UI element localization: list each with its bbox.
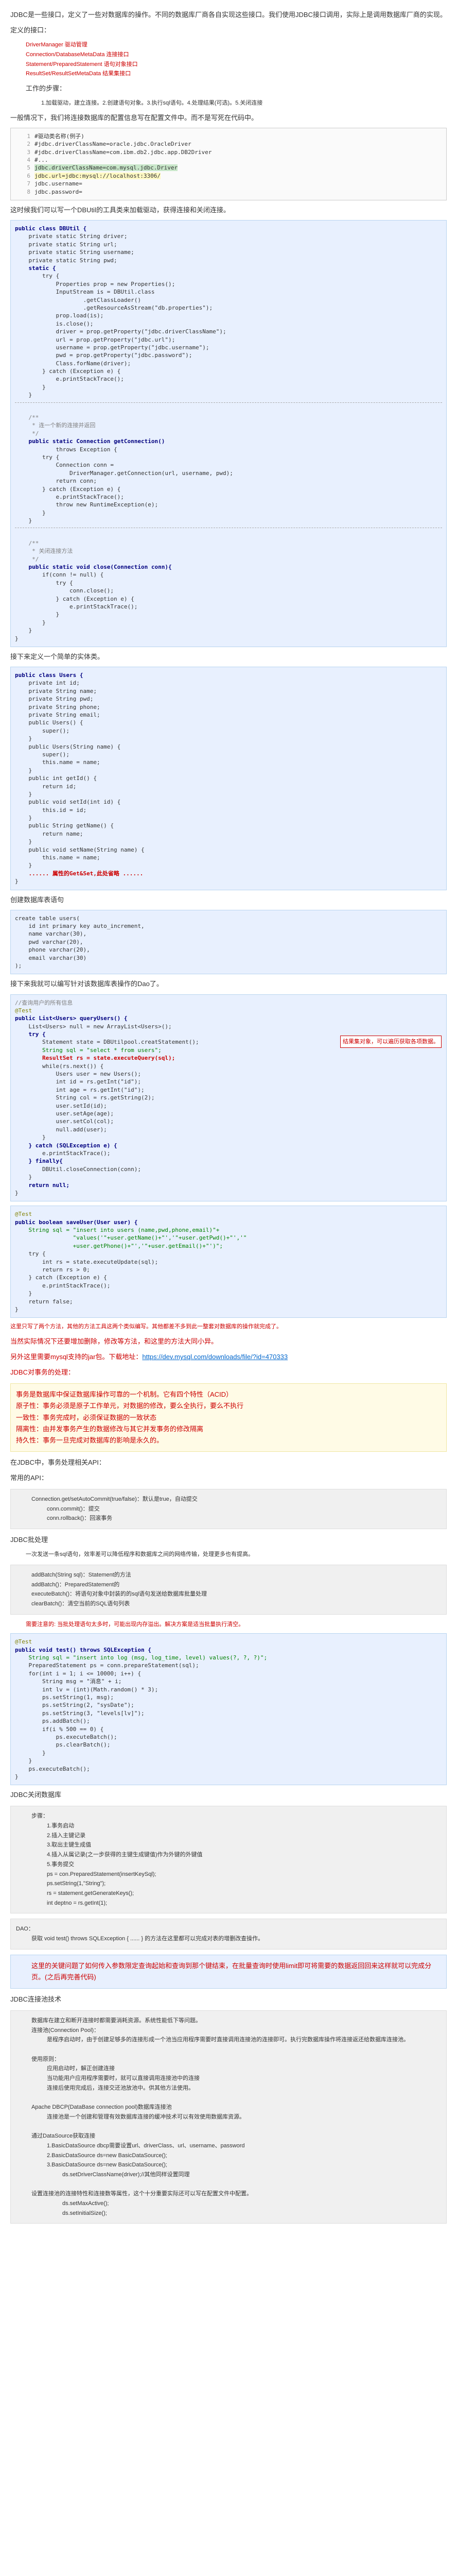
batch-code: @Test public void test() throws SQLExcep… — [10, 1633, 447, 1785]
intro-p1: JDBC是一些接口，定义了一些对数据库的操作。不同的数据库厂商各自实现这些接口。… — [10, 9, 447, 21]
tx-title: JDBC对事务的处理： — [10, 1367, 447, 1378]
batch-warning: 需要注意的: 当批处理语句太多时，可能出现内存溢出。解决方案是适当批量执行清空。 — [10, 1620, 447, 1630]
def-title: 定义的接口： — [10, 25, 447, 36]
resultset-note: 结果集对象，可以遍历获取各项数据。 — [340, 1036, 442, 1048]
batch-title: JDBC批处理 — [10, 1534, 447, 1546]
insert-dao-code: @Test public boolean saveUser(User user)… — [10, 1206, 447, 1318]
mid-p2: 当然实际情况下还要增加删除，修改等方法，和这里的方法大同小异。 — [10, 1336, 447, 1347]
config-code: 1#驱动类名称(例子) 2#jdbc.driverClassName=oracl… — [10, 128, 447, 200]
batch-api-block: addBatch(String sql)：Statement的方法 addBat… — [10, 1565, 447, 1615]
dbutil-intro: 这时候我们可以写一个DBUtil的工具类来加载驱动，获得连接和关闭连接。 — [10, 205, 447, 216]
close-title: JDBC关闭数据库 — [10, 1789, 447, 1801]
dbutil-code: public class DBUtil { private static Str… — [10, 220, 447, 647]
def-i3: Statement/PreparedStatement 语句对象接口 — [26, 60, 447, 70]
dao-intro: 接下来我就可以编写针对该数据库表操作的Dao了。 — [10, 978, 447, 990]
pagination-block: 这里的关键问题了如何传入参数限定查询起始和查询到那个键结束，在批量查询时使用li… — [10, 1955, 447, 1989]
tx-api-intro: 在JDBC中，事务处理相关API： — [10, 1457, 447, 1468]
batch-p1: 一次发送一条sql语句，效率差可以降低程序和数据库之间的网络传输，处理更多也有提… — [10, 1550, 447, 1560]
query-dao-code: //查询用户的所有信息 @Test public List<Users> que… — [10, 994, 447, 1202]
def-i1: DriverManager 驱动管理 — [26, 40, 447, 50]
table-intro: 创建数据库表语句 — [10, 894, 447, 906]
tx-block: 事务是数据库中保证数据库操作可靠的一个机制。它有四个特性（ACID） 原子性：事… — [10, 1383, 447, 1451]
create-table-sql: create table users( id int primary key a… — [10, 910, 447, 975]
pool-block: 数据库在建立和断开连接时都需要消耗资源。系统性能低下等问题。 连接池(Conne… — [10, 2010, 447, 2224]
def-i4: ResultSet/ResultSetMetaData 结果集接口 — [26, 69, 447, 79]
mid-p3a: 另外这里需要mysql支持的jar包。下载地址： — [10, 1353, 142, 1361]
mid-p1: 这里只写了两个方法，其他的方法工具这两个类似编写。其他都差不多到此一整套对数据库… — [10, 1322, 447, 1332]
steps: 1.加载驱动，建立连接。2.创建语句对象。3.执行sql语句。4.处理结果(可选… — [10, 98, 447, 108]
close-block: 步骤： 1.事务启动 2.插入主键记录 3.取出主键生成值 4.插入从属记录(之… — [10, 1806, 447, 1913]
steps-title: 工作的步骤： — [10, 83, 447, 94]
user-entity-code: public class Users { private int id; pri… — [10, 667, 447, 890]
entity-intro: 接下来定义一个简单的实体类。 — [10, 651, 447, 663]
dao-block: DAO： 获取 void test() throws SQLException … — [10, 1919, 447, 1949]
intro-p2: 一般情况下，我们将连接数据库的配置信息写在配置文件中。而不是写死在代码中。 — [10, 112, 447, 124]
pool-title: JDBC连接池技术 — [10, 1994, 447, 2005]
tx-api-block: Connection.get/setAutoCommit(true/false)… — [10, 1489, 447, 1529]
mysql-download-link[interactable]: https://dev.mysql.com/downloads/file/?id… — [142, 1353, 288, 1361]
def-i2: Connection/DatabaseMetaData 连接接口 — [26, 50, 447, 60]
tx-api-title: 常用的API： — [10, 1472, 447, 1484]
